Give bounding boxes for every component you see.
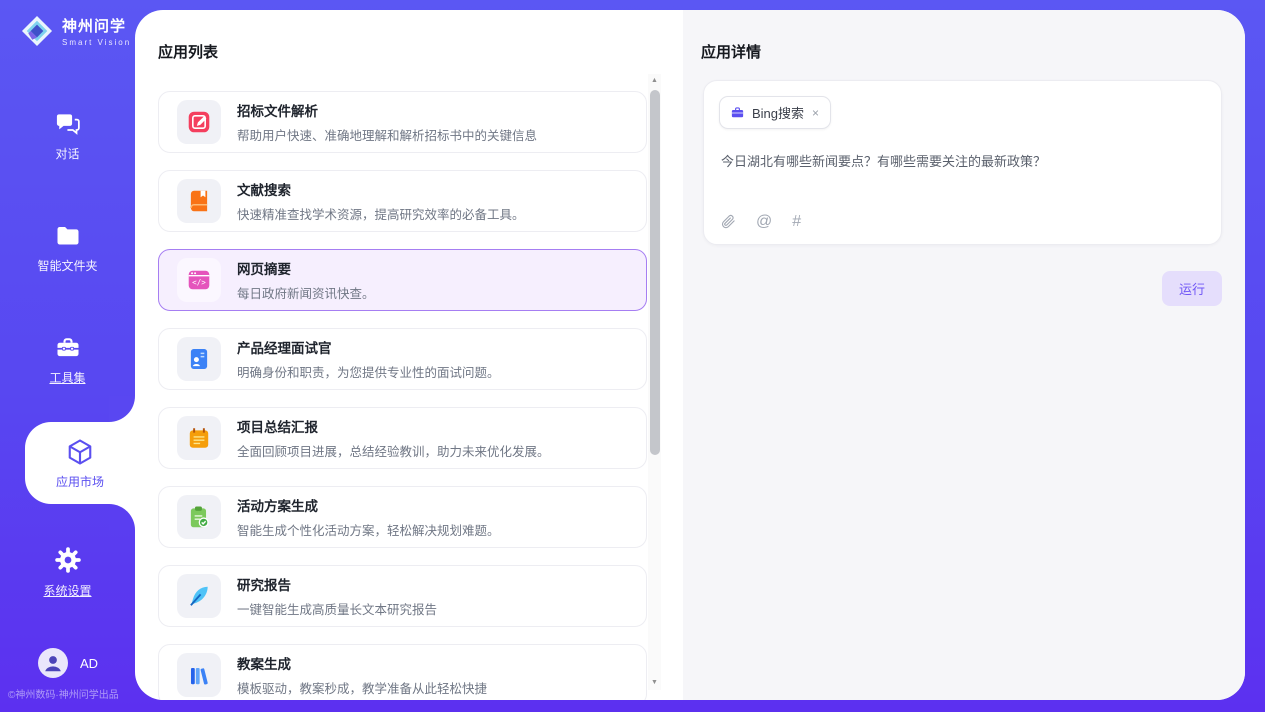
doc-edit-icon [177, 100, 221, 144]
tab-notch [109, 504, 135, 530]
scrollbar-down-arrow[interactable]: ▼ [648, 676, 661, 690]
app-card-lesson-plan[interactable]: 教案生成 模板驱动，教案秒成，教学准备从此轻松快捷 [158, 644, 647, 700]
user-initials: AD [80, 656, 98, 671]
card-title: 研究报告 [237, 574, 437, 594]
card-title: 活动方案生成 [237, 495, 500, 515]
copyright-text: ©神州数码·神州问学出品 [8, 686, 119, 701]
card-desc: 快速精准查找学术资源，提高研究效率的必备工具。 [237, 204, 525, 223]
card-desc: 明确身份和职责，为您提供专业性的面试问题。 [237, 362, 500, 381]
card-title: 项目总结汇报 [237, 416, 550, 436]
card-title: 招标文件解析 [237, 100, 537, 120]
app-card-project-summary[interactable]: 项目总结汇报 全面回顾项目进展，总结经验教训，助力未来优化发展。 [158, 407, 647, 469]
gear-icon [53, 545, 83, 575]
sidebar-item-label: 智能文件夹 [37, 257, 97, 274]
card-title: 文献搜索 [237, 179, 525, 199]
scrollbar-up-arrow[interactable]: ▲ [648, 74, 661, 88]
browser-code-icon: </> [177, 258, 221, 302]
app-card-bid-parse[interactable]: 招标文件解析 帮助用户快速、准确地理解和解析招标书中的关键信息 [158, 91, 647, 153]
app-list-title: 应用列表 [158, 41, 218, 62]
toolbox-icon [54, 334, 82, 362]
app-card-web-summary[interactable]: </> 网页摘要 每日政府新闻资讯快查。 [158, 249, 647, 311]
card-desc: 帮助用户快速、准确地理解和解析招标书中的关键信息 [237, 125, 537, 144]
tab-notch [109, 396, 135, 422]
quill-pen-icon [177, 574, 221, 618]
main-content: 应用列表 招标文件解析 帮助用户快速、准确地理解和解析招标书中的关键信息 [135, 10, 1245, 700]
chat-icon [54, 110, 82, 138]
scrollbar-track[interactable]: ▲ ▼ [648, 74, 661, 690]
sidebar-item-settings[interactable]: 系统设置 [0, 545, 135, 599]
chip-close-icon[interactable]: × [811, 106, 820, 120]
sidebar: 神州问学 Smart Vision 对话 智能文件夹 [0, 0, 135, 712]
card-desc: 每日政府新闻资讯快查。 [237, 283, 375, 302]
avatar [38, 648, 68, 678]
app-logo: 神州问学 Smart Vision [18, 12, 131, 50]
app-card-literature-search[interactable]: 文献搜索 快速精准查找学术资源，提高研究效率的必备工具。 [158, 170, 647, 232]
mention-at-icon[interactable]: @ [756, 214, 772, 230]
app-card-activity-plan[interactable]: 活动方案生成 智能生成个性化活动方案，轻松解决规划难题。 [158, 486, 647, 548]
sidebar-item-label: 应用市场 [56, 473, 104, 490]
logo-title: 神州问学 [62, 15, 131, 36]
app-frame: 神州问学 Smart Vision 对话 智能文件夹 [0, 0, 1265, 712]
svg-text:</>: </> [192, 278, 206, 287]
card-desc: 一键智能生成高质量长文本研究报告 [237, 599, 437, 618]
sidebar-item-label: 对话 [55, 145, 79, 162]
card-desc: 智能生成个性化活动方案，轻松解决规划难题。 [237, 520, 500, 539]
card-desc: 全面回顾项目进展，总结经验教训，助力未来优化发展。 [237, 441, 550, 460]
briefcase-icon [730, 105, 745, 120]
app-card-list: 招标文件解析 帮助用户快速、准确地理解和解析招标书中的关键信息 文献搜索 快速精… [158, 74, 647, 700]
paperclip-icon[interactable] [721, 213, 736, 230]
card-title: 网页摘要 [237, 258, 375, 278]
user-account[interactable]: AD [38, 648, 98, 678]
tool-chip-label: Bing搜索 [752, 103, 804, 122]
attachment-toolbar: @ # [721, 213, 801, 230]
card-title: 教案生成 [237, 653, 487, 673]
sidebar-item-toolset[interactable]: 工具集 [0, 334, 135, 386]
app-detail-title: 应用详情 [701, 41, 761, 62]
app-card-pm-interviewer[interactable]: 产品经理面试官 明确身份和职责，为您提供专业性的面试问题。 [158, 328, 647, 390]
logo-diamond-icon [18, 12, 56, 50]
scrollbar-thumb[interactable] [650, 90, 660, 455]
hash-icon[interactable]: # [792, 214, 801, 230]
card-desc: 模板驱动，教案秒成，教学准备从此轻松快捷 [237, 678, 487, 697]
sidebar-item-label: 工具集 [49, 369, 85, 386]
sidebar-item-label: 系统设置 [43, 582, 91, 599]
sidebar-item-chat[interactable]: 对话 [0, 110, 135, 162]
sidebar-item-app-market[interactable]: 应用市场 [25, 422, 135, 504]
interviewer-doc-icon [177, 337, 221, 381]
clipboard-check-icon [177, 495, 221, 539]
tool-chip-bing-search[interactable]: Bing搜索 × [719, 96, 831, 129]
card-title: 产品经理面试官 [237, 337, 500, 357]
folder-icon [54, 222, 82, 250]
calendar-note-icon [177, 416, 221, 460]
run-button[interactable]: 运行 [1162, 271, 1222, 306]
sidebar-item-smart-folder[interactable]: 智能文件夹 [0, 222, 135, 274]
prompt-text[interactable]: 今日湖北有哪些新闻要点？有哪些需要关注的最新政策？ [721, 151, 1201, 170]
logo-subtitle: Smart Vision [62, 38, 131, 47]
prompt-card: Bing搜索 × 今日湖北有哪些新闻要点？有哪些需要关注的最新政策？ @ # [703, 80, 1222, 245]
books-icon [177, 653, 221, 697]
app-card-research-report[interactable]: 研究报告 一键智能生成高质量长文本研究报告 [158, 565, 647, 627]
book-icon [177, 179, 221, 223]
app-detail-panel: 应用详情 Bing搜索 × 今日湖北有哪些新闻要点？有哪些需要关注的最新政策？ [683, 10, 1245, 700]
cube-icon [65, 437, 95, 467]
